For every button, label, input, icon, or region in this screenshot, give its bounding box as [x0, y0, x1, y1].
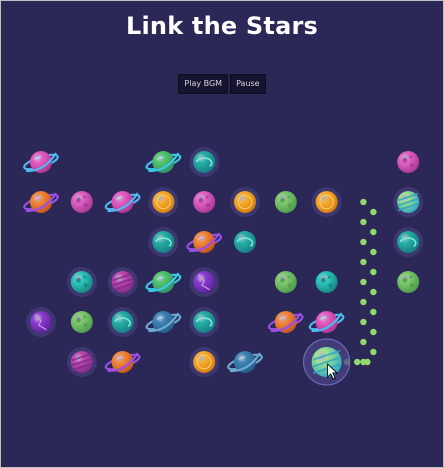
planet-tile-pink-swirl[interactable] [70, 191, 93, 213]
planet-tile-orange-sun[interactable] [152, 191, 175, 213]
planet-tile-orange-sun[interactable] [193, 351, 216, 373]
planet-tile-green-dotted[interactable] [397, 271, 420, 293]
planet-tile-orange-ringed[interactable] [23, 191, 60, 213]
planet-tile-green-dotted[interactable] [70, 311, 93, 333]
link-path-dot [370, 248, 377, 256]
planet-tile-magenta-striped[interactable] [70, 351, 93, 373]
planet-tile-orange-ringed[interactable] [267, 311, 305, 333]
planet-tile-pink-swirl[interactable] [193, 191, 216, 213]
link-path-dot [370, 308, 377, 316]
link-path-dot [360, 198, 367, 206]
link-path-dot [360, 318, 367, 326]
planet-tile-cyan-swirl[interactable] [152, 231, 175, 253]
link-path-dot [360, 238, 367, 246]
planet-tile-magenta-striped[interactable] [111, 271, 134, 293]
link-path-dot [370, 268, 377, 276]
planet-tile-pink-ringed[interactable] [308, 311, 345, 333]
planet-tile-blue-ringed[interactable] [227, 351, 264, 373]
link-path-dot [360, 258, 367, 266]
planet-tile-green-striped[interactable] [397, 191, 420, 213]
planet-tile-pink-ringed[interactable] [104, 191, 141, 213]
board-svg [23, 147, 424, 386]
planet-tile-cyan-swirl[interactable] [193, 151, 216, 173]
planet-tile-pink-swirl[interactable] [397, 151, 420, 173]
link-path-dot [370, 208, 377, 216]
planet-tile-pink-ringed[interactable] [23, 151, 60, 173]
link-path-dot [360, 338, 367, 346]
link-path-dot [370, 288, 377, 296]
link-path-dot [364, 358, 371, 366]
planet-tile-cyan-swirl[interactable] [234, 231, 256, 253]
link-path-dot [370, 328, 377, 336]
planet-tile-cyan-dotted[interactable] [315, 271, 338, 293]
planet-tile-blue-ringed[interactable] [145, 311, 182, 333]
planet-tile-orange-sun[interactable] [234, 191, 256, 213]
planet-tile-purple-cracked[interactable] [30, 311, 52, 333]
planet-tile-orange-ringed[interactable] [104, 351, 141, 373]
planet-tile-orange-ringed[interactable] [186, 231, 223, 253]
planet-tile-cyan-dotted[interactable] [70, 271, 93, 293]
planet-tile-purple-cracked[interactable] [193, 271, 216, 293]
link-path-dot [360, 278, 367, 286]
link-path-dot [360, 218, 367, 226]
game-board [0, 0, 444, 468]
link-path-dot [370, 228, 377, 236]
link-path-dot [370, 348, 377, 356]
planet-tile-cyan-swirl[interactable] [397, 231, 420, 253]
link-path-dot [360, 298, 367, 306]
planet-tile-cyan-swirl[interactable] [111, 311, 134, 333]
planet-tile-green-dotted[interactable] [274, 271, 297, 293]
planet-tile-green-dotted[interactable] [274, 191, 297, 213]
link-path-dot [354, 358, 361, 366]
planet-tile-teal-ringed[interactable] [145, 271, 182, 293]
planet-tile-orange-sun[interactable] [315, 191, 338, 213]
planet-tile-cyan-swirl[interactable] [193, 311, 216, 333]
planet-tile-teal-ringed[interactable] [145, 151, 182, 173]
